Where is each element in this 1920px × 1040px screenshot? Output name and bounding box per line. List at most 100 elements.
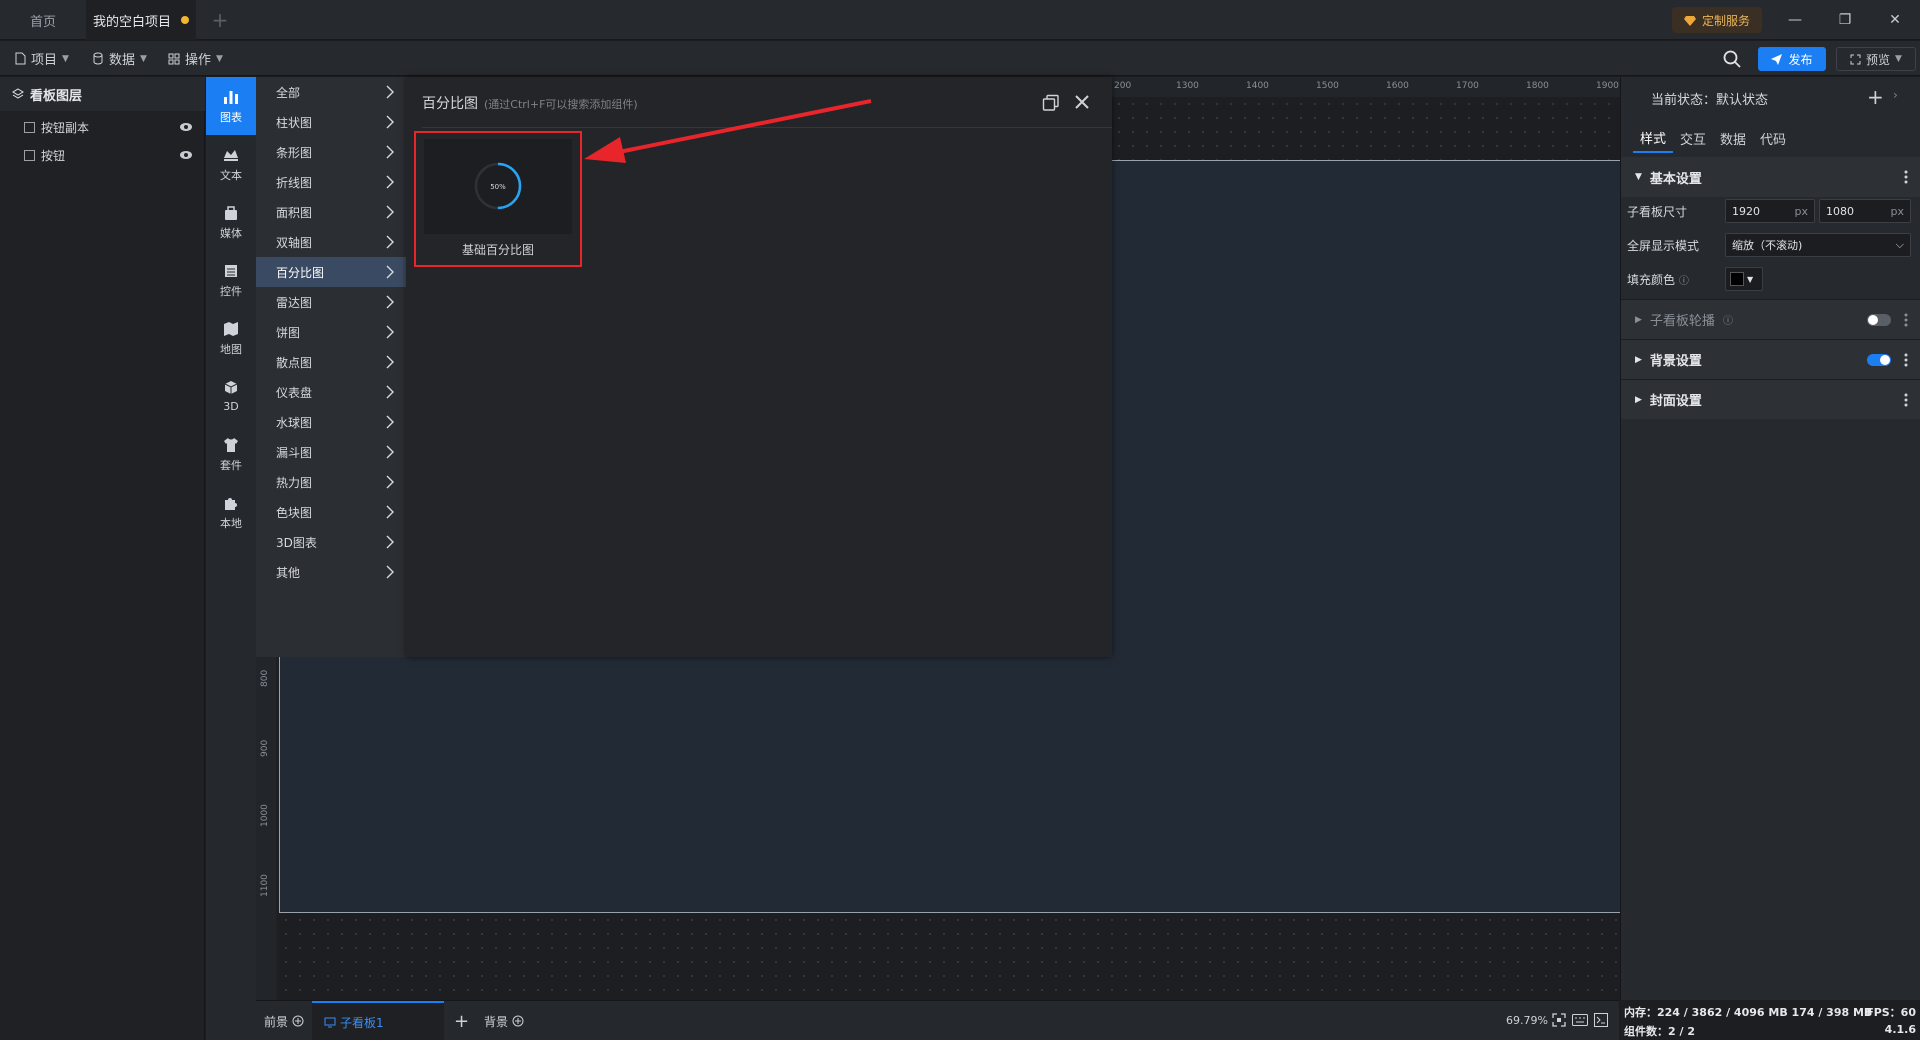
tab-interaction[interactable]: 交互 [1673,123,1713,153]
category-widget[interactable]: 控件 [206,251,256,309]
layer-item[interactable]: 按钮副本 [0,113,205,141]
chart-type-item[interactable]: 色块图 [256,497,406,527]
menu-operation[interactable]: 操作 ▼ [168,41,223,76]
publish-button[interactable]: 发布 [1758,47,1826,71]
chevron-right-icon [386,565,394,579]
chevron-right-icon[interactable]: › [1893,88,1898,102]
more-icon[interactable] [1904,392,1908,408]
fullscreen-mode-select[interactable]: 缩放（不滚动) ⌵ [1725,233,1911,257]
category-text[interactable]: 文本 [206,135,256,193]
section-title: 基本设置 [1649,171,1702,187]
chart-type-item[interactable]: 雷达图 [256,287,406,317]
custom-service-button[interactable]: 定制服务 [1672,7,1762,33]
search-icon[interactable] [1722,49,1742,69]
eye-icon[interactable] [179,149,193,161]
help-icon[interactable]: ⓘ [1679,276,1689,287]
chart-type-item[interactable]: 热力图 [256,467,406,497]
section-cover-settings[interactable]: ▶ 封面设置 [1621,379,1920,419]
database-icon [93,52,103,65]
chart-type-item[interactable]: 面积图 [256,197,406,227]
tab-home[interactable]: 首页 [0,0,86,40]
menu-bar: 项目 ▼ 数据 ▼ 操作 ▼ 发布 预览 ▼ [0,41,1920,76]
chart-type-item[interactable]: 3D图表 [256,527,406,557]
layer-panel-title: 看板图层 [30,88,83,104]
category-map[interactable]: 地图 [206,309,256,367]
fps-counter: FPS：60 [1866,1006,1916,1019]
chart-type-item[interactable]: 百分比图 [256,257,406,287]
more-icon[interactable] [1904,312,1908,328]
background-toggle[interactable] [1867,354,1891,366]
chart-type-item[interactable]: 漏斗图 [256,437,406,467]
chart-type-item[interactable]: 散点图 [256,347,406,377]
add-board-button[interactable]: + [454,1001,469,1040]
chart-type-item[interactable]: 仪表盘 [256,377,406,407]
chart-type-item[interactable]: 折线图 [256,167,406,197]
chart-type-item[interactable]: 全部 [256,77,406,107]
background-layer-tab[interactable]: 背景 [484,1001,524,1040]
tab-project[interactable]: 我的空白项目 [86,0,196,40]
popup-title-text: 百分比图 [422,96,478,112]
chart-type-label: 双轴图 [276,235,313,250]
category-chart[interactable]: 图表 [206,77,256,135]
memory-usage: 内存：224 / 3862 / 4096 MB 174 / 398 MB [1624,1006,1873,1019]
layer-item[interactable]: 按钮 [0,141,205,169]
eye-icon[interactable] [179,121,193,133]
tab-data[interactable]: 数据 [1713,123,1753,153]
section-carousel[interactable]: ▶ 子看板轮播 ⓘ [1621,299,1920,339]
chart-type-label: 百分比图 [276,265,325,280]
ruler-tick: 1100 [260,874,270,897]
close-icon[interactable] [1072,92,1092,112]
chart-type-item[interactable]: 双轴图 [256,227,406,257]
tab-style[interactable]: 样式 [1633,123,1673,153]
terminal-icon[interactable] [1594,1013,1608,1027]
add-circle-icon[interactable] [292,1015,304,1027]
layers-icon [12,88,24,99]
add-tab-icon[interactable]: + [208,8,232,32]
tab-interaction-label: 交互 [1679,132,1706,148]
category-local[interactable]: 本地 [206,483,256,541]
close-window-icon[interactable]: ✕ [1870,0,1920,40]
fill-color-picker[interactable]: ▼ [1725,267,1763,291]
section-basic-settings[interactable]: ▼ 基本设置 [1621,157,1920,197]
ruler-tick: 900 [260,739,270,757]
chart-type-item[interactable]: 条形图 [256,137,406,167]
add-state-icon[interactable]: + [1867,85,1884,109]
category-kit[interactable]: 套件 [206,425,256,483]
category-3d[interactable]: 3D [206,367,256,425]
category-media[interactable]: 媒体 [206,193,256,251]
preview-button[interactable]: 预览 ▼ [1836,47,1916,71]
chevron-down-icon: ▼ [216,53,223,64]
fill-color-label: 填充颜色 [1627,272,1676,287]
board-height-input[interactable]: 1080 px [1819,199,1911,223]
fill-color-row: 填充颜色 ⓘ ▼ [1621,265,1920,293]
front-layer-tab[interactable]: 前景 [264,1001,304,1040]
menu-project[interactable]: 项目 ▼ [14,41,69,76]
chart-type-item[interactable]: 其他 [256,557,406,587]
more-icon[interactable] [1904,169,1908,185]
menu-data[interactable]: 数据 ▼ [92,41,147,76]
chevron-down-icon: ⌵ [1895,238,1904,251]
chart-type-item[interactable]: 水球图 [256,407,406,437]
chart-type-item[interactable]: 饼图 [256,317,406,347]
add-circle-icon[interactable] [512,1015,524,1027]
tab-code[interactable]: 代码 [1753,123,1793,153]
board-width-input[interactable]: 1920 px [1725,199,1815,223]
help-icon[interactable]: ⓘ [1723,312,1733,327]
section-background-settings[interactable]: ▶ 背景设置 [1621,339,1920,379]
restore-icon[interactable]: ❐ [1820,0,1870,40]
more-icon[interactable] [1904,352,1908,368]
chevron-right-icon [386,505,394,519]
copy-icon[interactable] [1042,94,1060,112]
fit-screen-icon[interactable] [1552,1013,1566,1027]
keyboard-icon[interactable] [1572,1014,1588,1026]
current-state[interactable]: 当前状态：默认状态 [1651,89,1768,108]
puzzle-icon [225,497,237,510]
chart-type-label: 柱状图 [276,115,313,130]
chart-type-item[interactable]: 柱状图 [256,107,406,137]
zoom-level[interactable]: 69.79% [1506,1014,1548,1027]
carousel-toggle[interactable] [1867,314,1891,326]
chart-card-basic-percent[interactable]: 50% 基础百分比图 [414,131,582,267]
sub-board-tab[interactable]: 子看板1 [312,1001,444,1040]
unsaved-dot [181,16,189,24]
minimize-icon[interactable]: — [1770,0,1820,40]
